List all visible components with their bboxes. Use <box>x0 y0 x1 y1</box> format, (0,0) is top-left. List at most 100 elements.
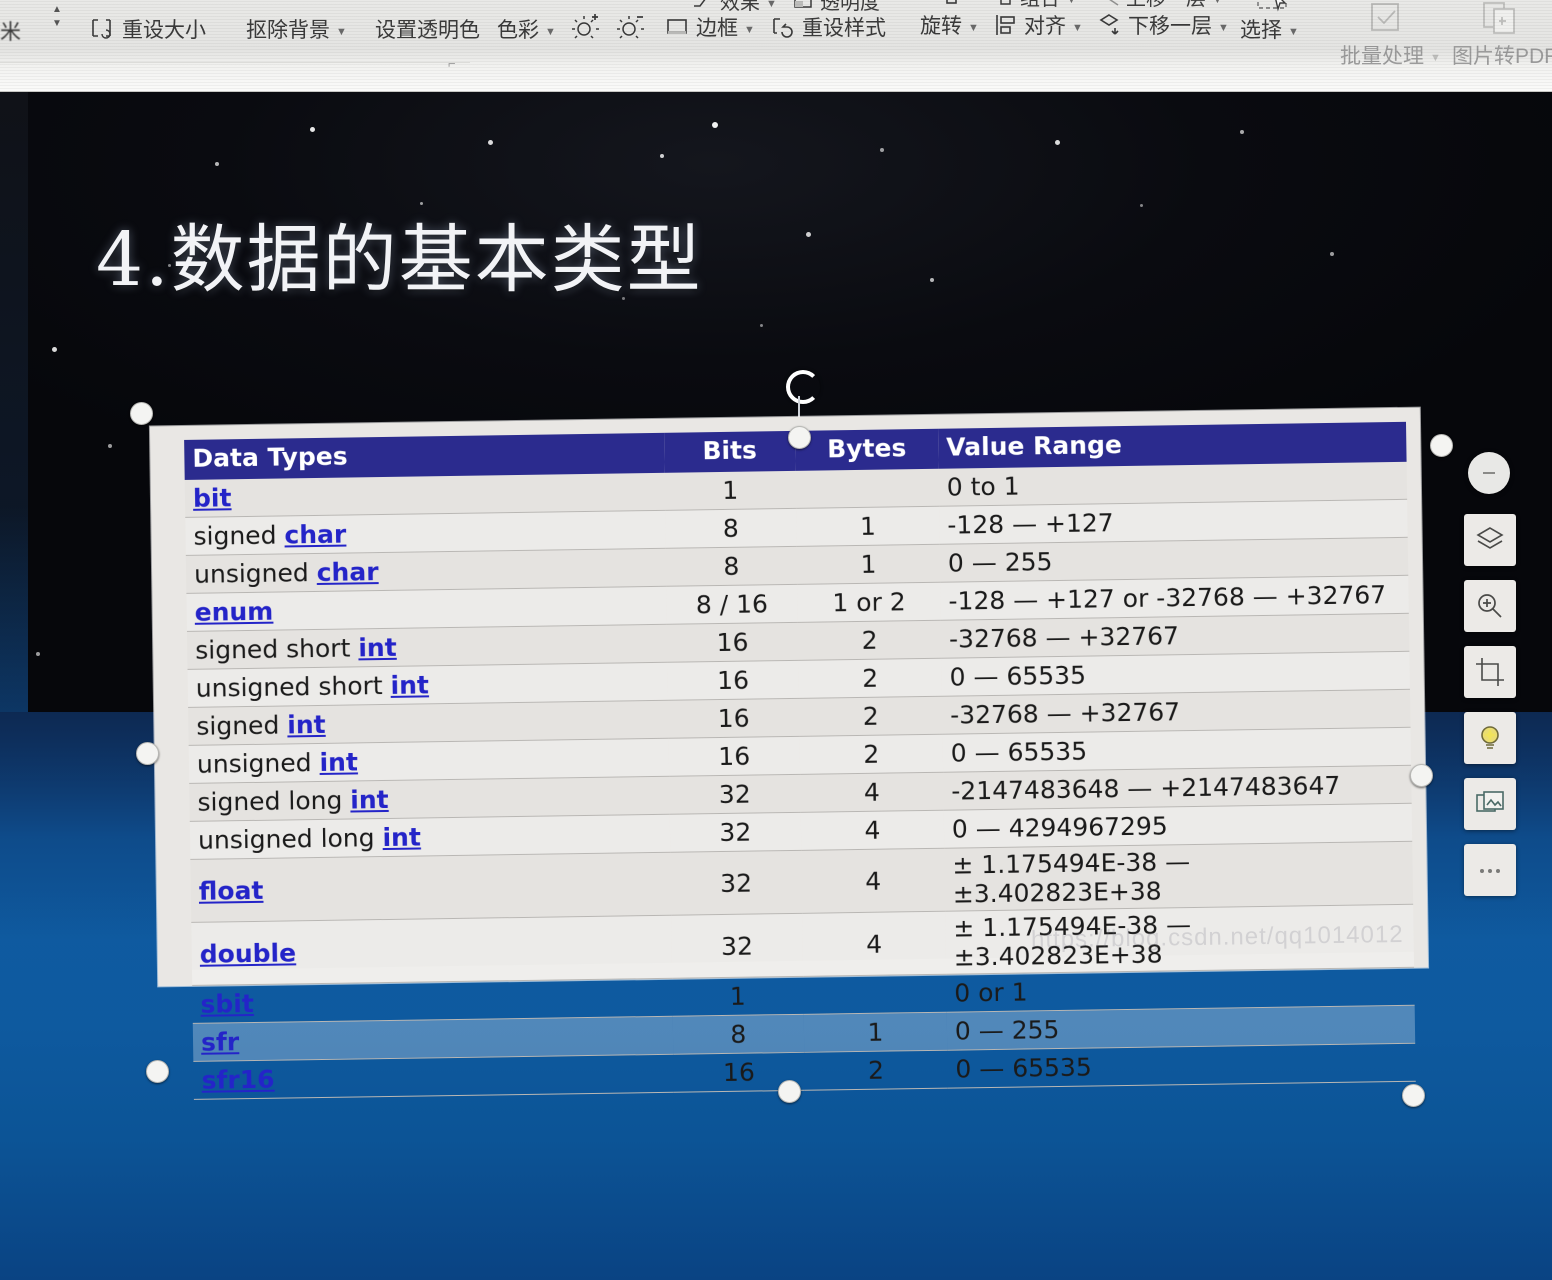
picture-tools-ribbon: 米 ▲ ▼ ⌐ 重设大小 抠除背景 ▼ 设置透明色 色彩 ▼ 边框 ▼ 重设样式… <box>0 0 1552 92</box>
group-button[interactable]: 组合 ▼ <box>990 0 1077 11</box>
more-options-button[interactable] <box>1464 844 1516 896</box>
slide-title[interactable]: 4.数据的基本类型 <box>96 200 703 307</box>
type-prefix: signed long <box>197 785 351 817</box>
spinner-down-arrow[interactable]: ▼ <box>52 18 62 29</box>
resize-handle-top-right[interactable] <box>1430 434 1453 457</box>
chevron-down-icon[interactable]: ▼ <box>766 0 777 10</box>
type-keyword: int <box>350 784 389 815</box>
reset-style-button[interactable]: 重设样式 <box>768 12 886 42</box>
brightness-down-button[interactable] <box>613 10 647 44</box>
send-backward-label: 下移一层 <box>1128 15 1212 38</box>
type-prefix: unsigned <box>196 747 320 779</box>
insert-picture-button[interactable] <box>1464 778 1516 830</box>
wps-presentation-window: 米 ▲ ▼ ⌐ 重设大小 抠除背景 ▼ 设置透明色 色彩 ▼ 边框 ▼ 重设样式… <box>0 0 1552 1280</box>
rotate-handle[interactable] <box>786 370 820 404</box>
transparency-label: 透明度 <box>820 0 880 14</box>
resize-handle-middle-right[interactable] <box>1410 764 1433 787</box>
cell-bytes: 1 <box>803 1012 948 1053</box>
crop-button[interactable] <box>1464 646 1516 698</box>
cell-bytes: 2 <box>797 620 942 661</box>
picture-frame[interactable]: Data Types Bits Bytes Value Range bit 1 0 … <box>149 407 1429 1100</box>
chevron-down-icon[interactable]: ▼ <box>1072 22 1083 34</box>
selected-picture-object[interactable]: Data Types Bits Bytes Value Range bit 1 0 … <box>130 322 1453 1107</box>
picture-to-pdf-label: 图片转PDF <box>1452 45 1552 68</box>
layers-button[interactable] <box>1464 514 1516 566</box>
set-transparent-color-button[interactable]: 设置透明色 <box>375 14 480 44</box>
resize-handle-bottom-center[interactable] <box>778 1080 801 1103</box>
chevron-down-icon[interactable]: ▼ <box>545 26 556 38</box>
color-button[interactable]: 色彩 ▼ <box>497 14 556 44</box>
resize-handle-middle-left[interactable] <box>136 742 159 765</box>
select-button[interactable]: 选择 ▼ <box>1240 0 1299 44</box>
cell-bits: 16 <box>666 622 799 663</box>
cell-bytes: 2 <box>798 658 942 699</box>
send-backward-button[interactable]: 下移一层 ▼ <box>1096 10 1229 40</box>
resize-handle-bottom-left[interactable] <box>146 1060 169 1083</box>
cell-bytes: 1 <box>796 544 941 585</box>
cell-bytes <box>795 468 940 509</box>
size-spinner[interactable]: ▲ ▼ <box>52 4 62 29</box>
insert-picture-icon <box>1473 787 1507 821</box>
column-header-bytes: Bytes <box>795 428 939 471</box>
align-button[interactable]: 对齐 ▼ <box>992 10 1083 40</box>
cell-bytes: 2 <box>799 696 943 737</box>
reset-size-icon <box>88 14 118 44</box>
remove-background-label: 抠除背景 <box>246 19 330 42</box>
resize-handle-bottom-right[interactable] <box>1402 1084 1425 1107</box>
size-unit-label: 米 <box>0 21 21 44</box>
type-keyword: char <box>316 557 379 587</box>
brightness-up-icon <box>568 10 602 44</box>
chevron-down-icon[interactable]: ▼ <box>336 26 347 38</box>
type-prefix: unsigned short <box>195 670 391 703</box>
picture-to-pdf-button[interactable]: 图片转PDF <box>1452 2 1552 70</box>
cell-value-range: ± 1.175494E-38 — ±3.402823E+38 <box>944 841 1414 912</box>
chevron-down-icon[interactable]: ▼ <box>744 24 755 36</box>
column-header-bits: Bits <box>663 430 796 473</box>
slide-canvas[interactable]: 4.数据的基本类型 Data Types Bits Bytes Value Ra… <box>0 92 1552 1280</box>
type-prefix: unsigned <box>193 557 317 589</box>
cell-bits: 8 <box>664 508 797 549</box>
type-keyword: bit <box>192 483 232 513</box>
remove-background-button[interactable]: 抠除背景 ▼ <box>246 14 347 44</box>
reset-size-button[interactable]: 重设大小 <box>88 14 206 44</box>
type-keyword: sfr <box>200 1027 240 1057</box>
ribbon-dialog-launcher[interactable]: ⌐ <box>448 56 456 71</box>
chevron-down-icon[interactable]: ▼ <box>1066 0 1077 6</box>
chevron-down-icon[interactable]: ▼ <box>968 22 979 34</box>
chevron-down-icon[interactable]: ▼ <box>1430 52 1441 64</box>
cell-bytes: 2 <box>804 1050 948 1091</box>
collapse-icon <box>1479 463 1499 483</box>
chevron-down-icon[interactable]: ▼ <box>1218 22 1229 34</box>
cell-bytes: 4 <box>801 848 946 914</box>
align-icon <box>992 11 1020 39</box>
type-keyword: int <box>358 632 397 663</box>
effects-icon <box>690 0 716 14</box>
spinner-up-arrow[interactable]: ▲ <box>52 4 62 15</box>
chevron-down-icon[interactable]: ▼ <box>1288 26 1299 38</box>
picture-to-pdf-icon <box>1480 0 1526 40</box>
column-header-data-types: Data Types <box>184 432 665 480</box>
border-label: 边框 <box>696 17 738 40</box>
smart-idea-icon <box>1473 721 1507 755</box>
resize-handle-top-center[interactable] <box>788 426 811 449</box>
cell-bytes: 4 <box>802 911 947 977</box>
type-keyword: double <box>199 937 297 969</box>
color-label: 色彩 <box>497 19 539 42</box>
collapse-toolbar-button[interactable] <box>1468 452 1510 494</box>
brightness-up-button[interactable] <box>568 10 602 44</box>
set-transparent-color-label: 设置透明色 <box>375 19 480 42</box>
cell-bytes: 1 <box>796 506 940 547</box>
resize-handle-top-left[interactable] <box>130 402 153 425</box>
smart-beautify-button[interactable] <box>1464 712 1516 764</box>
effects-button[interactable]: 效果 ▼ <box>690 0 777 15</box>
rotate-button[interactable]: 旋转 ▼ <box>918 0 979 40</box>
batch-process-button[interactable]: 批量处理 ▼ <box>1340 3 1441 70</box>
type-keyword: enum <box>194 596 274 627</box>
cell-value-range: 0 — 65535 <box>947 1043 1416 1089</box>
zoom-in-button[interactable] <box>1464 580 1516 632</box>
bring-forward-icon <box>1096 0 1122 10</box>
cell-bits: 32 <box>670 913 804 979</box>
border-button[interactable]: 边框 ▼ <box>662 12 755 42</box>
chevron-down-icon[interactable]: ▼ <box>1212 0 1223 6</box>
transparency-button[interactable]: 透明度 <box>790 0 880 15</box>
